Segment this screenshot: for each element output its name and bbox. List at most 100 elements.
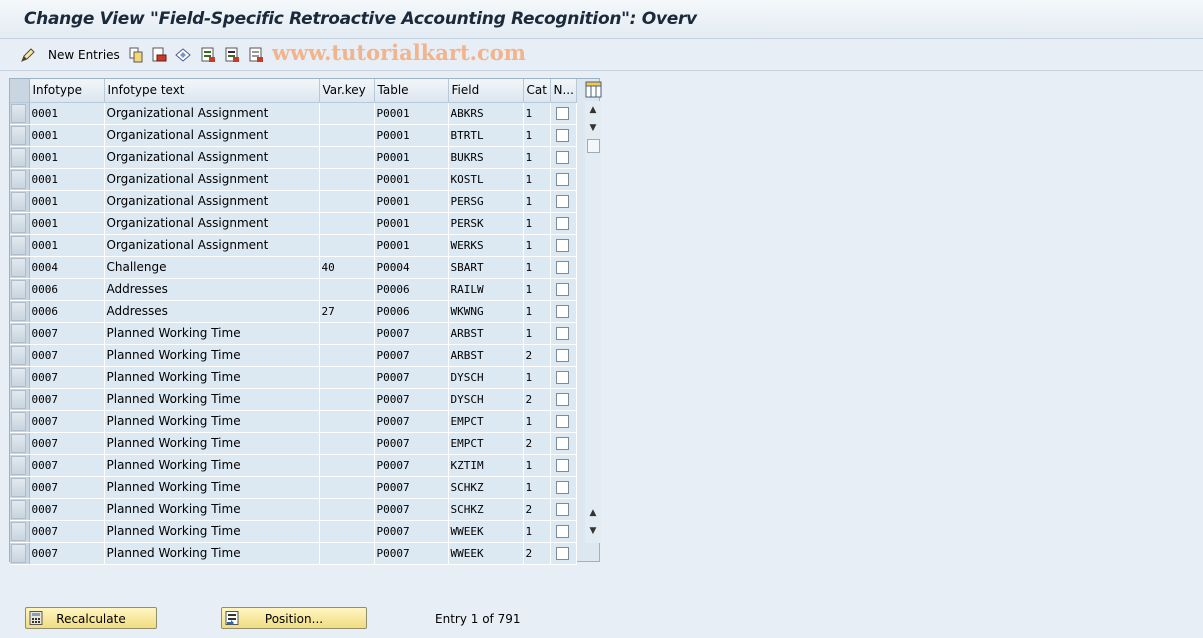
select-all-icon[interactable]: [200, 47, 216, 63]
cell-var-key[interactable]: [319, 322, 375, 345]
row-selector[interactable]: [10, 256, 30, 279]
table-row[interactable]: 0007 Planned Working Time P0007 DYSCH 1: [10, 366, 577, 389]
cell-infotype[interactable]: 0007: [29, 542, 105, 565]
cell-cat[interactable]: 1: [523, 300, 551, 323]
table-row[interactable]: 0001 Organizational Assignment P0001 ABKRS 1: [10, 102, 577, 125]
table-row[interactable]: 0007 Planned Working Time P0007 KZTIM 1: [10, 454, 577, 477]
table-row[interactable]: 0001 Organizational Assignment P0001 PERSG 1: [10, 190, 577, 213]
cell-table[interactable]: P0001: [374, 124, 449, 147]
cell-infotype[interactable]: 0007: [29, 410, 105, 433]
cell-infotype[interactable]: 0007: [29, 520, 105, 543]
cell-infotype[interactable]: 0007: [29, 476, 105, 499]
cell-n[interactable]: [550, 278, 577, 301]
cell-field[interactable]: KZTIM: [448, 454, 524, 477]
cell-table[interactable]: P0004: [374, 256, 449, 279]
cell-n[interactable]: [550, 256, 577, 279]
cell-n[interactable]: [550, 300, 577, 323]
cell-cat[interactable]: 2: [523, 498, 551, 521]
n-checkbox[interactable]: [555, 503, 569, 516]
cell-infotype[interactable]: 0007: [29, 344, 105, 367]
cell-var-key[interactable]: [319, 190, 375, 213]
column-header-cat[interactable]: Cat: [523, 79, 551, 103]
scroll-up-icon[interactable]: ▲: [587, 103, 599, 117]
cell-field[interactable]: KOSTL: [448, 168, 524, 191]
cell-var-key[interactable]: [319, 234, 375, 257]
cell-table[interactable]: P0001: [374, 102, 449, 125]
cell-var-key[interactable]: [319, 278, 375, 301]
cell-field[interactable]: PERSG: [448, 190, 524, 213]
cell-var-key[interactable]: [319, 410, 375, 433]
cell-var-key[interactable]: 40: [319, 256, 375, 279]
row-selector[interactable]: [10, 454, 30, 477]
row-select-button[interactable]: [11, 279, 26, 299]
table-row[interactable]: 0006 Addresses 27 P0006 WKWNG 1: [10, 300, 577, 323]
cell-field[interactable]: ARBST: [448, 322, 524, 345]
cell-infotype-text[interactable]: Planned Working Time: [104, 432, 320, 455]
row-selector[interactable]: [10, 102, 30, 125]
cell-infotype-text[interactable]: Planned Working Time: [104, 476, 320, 499]
table-row[interactable]: 0007 Planned Working Time P0007 EMPCT 2: [10, 432, 577, 455]
cell-var-key[interactable]: 27: [319, 300, 375, 323]
row-selector[interactable]: [10, 520, 30, 543]
n-checkbox[interactable]: [555, 371, 569, 384]
row-selector[interactable]: [10, 168, 30, 191]
n-checkbox[interactable]: [555, 437, 569, 450]
cell-n[interactable]: [550, 454, 577, 477]
cell-field[interactable]: PERSK: [448, 212, 524, 235]
vertical-scrollbar[interactable]: ▲ ▼ ▲ ▼: [585, 101, 601, 543]
row-selector[interactable]: [10, 124, 30, 147]
cell-cat[interactable]: 2: [523, 542, 551, 565]
cell-n[interactable]: [550, 410, 577, 433]
cell-infotype[interactable]: 0007: [29, 454, 105, 477]
cell-n[interactable]: [550, 124, 577, 147]
cell-var-key[interactable]: [319, 454, 375, 477]
row-selector[interactable]: [10, 300, 30, 323]
n-checkbox[interactable]: [555, 547, 569, 560]
cell-infotype[interactable]: 0006: [29, 278, 105, 301]
scrollbar-thumb[interactable]: [587, 139, 600, 153]
column-header-var-key[interactable]: Var.key: [319, 79, 375, 103]
cell-infotype[interactable]: 0006: [29, 300, 105, 323]
row-selector[interactable]: [10, 278, 30, 301]
n-checkbox[interactable]: [555, 393, 569, 406]
table-row[interactable]: 0001 Organizational Assignment P0001 PERSK 1: [10, 212, 577, 235]
cell-table[interactable]: P0007: [374, 520, 449, 543]
cell-infotype[interactable]: 0001: [29, 146, 105, 169]
cell-infotype[interactable]: 0007: [29, 432, 105, 455]
table-row[interactable]: 0001 Organizational Assignment P0001 KOSTL 1: [10, 168, 577, 191]
cell-field[interactable]: ABKRS: [448, 102, 524, 125]
n-checkbox[interactable]: [555, 129, 569, 142]
cell-cat[interactable]: 1: [523, 124, 551, 147]
cell-cat[interactable]: 1: [523, 278, 551, 301]
cell-var-key[interactable]: [319, 388, 375, 411]
cell-cat[interactable]: 1: [523, 168, 551, 191]
table-row[interactable]: 0007 Planned Working Time P0007 ARBST 1: [10, 322, 577, 345]
cell-n[interactable]: [550, 498, 577, 521]
row-select-button[interactable]: [11, 191, 26, 211]
cell-field[interactable]: EMPCT: [448, 410, 524, 433]
row-select-button[interactable]: [11, 521, 26, 541]
cell-var-key[interactable]: [319, 366, 375, 389]
row-select-button[interactable]: [11, 411, 26, 431]
row-selector[interactable]: [10, 542, 30, 565]
column-header-infotype[interactable]: Infotype: [29, 79, 105, 103]
cell-infotype-text[interactable]: Addresses: [104, 300, 320, 323]
position-button[interactable]: Position...: [221, 607, 367, 629]
table-row[interactable]: 0004 Challenge 40 P0004 SBART 1: [10, 256, 577, 279]
cell-var-key[interactable]: [319, 344, 375, 367]
scroll-down-icon[interactable]: ▼: [587, 524, 599, 538]
cell-cat[interactable]: 1: [523, 256, 551, 279]
cell-field[interactable]: EMPCT: [448, 432, 524, 455]
cell-var-key[interactable]: [319, 432, 375, 455]
row-selector[interactable]: [10, 234, 30, 257]
row-select-button[interactable]: [11, 389, 26, 409]
row-select-button[interactable]: [11, 257, 26, 277]
cell-infotype[interactable]: 0001: [29, 124, 105, 147]
cell-infotype[interactable]: 0001: [29, 102, 105, 125]
n-checkbox[interactable]: [555, 305, 569, 318]
cell-n[interactable]: [550, 212, 577, 235]
cell-cat[interactable]: 1: [523, 454, 551, 477]
cell-n[interactable]: [550, 234, 577, 257]
cell-infotype-text[interactable]: Planned Working Time: [104, 410, 320, 433]
cell-field[interactable]: ARBST: [448, 344, 524, 367]
